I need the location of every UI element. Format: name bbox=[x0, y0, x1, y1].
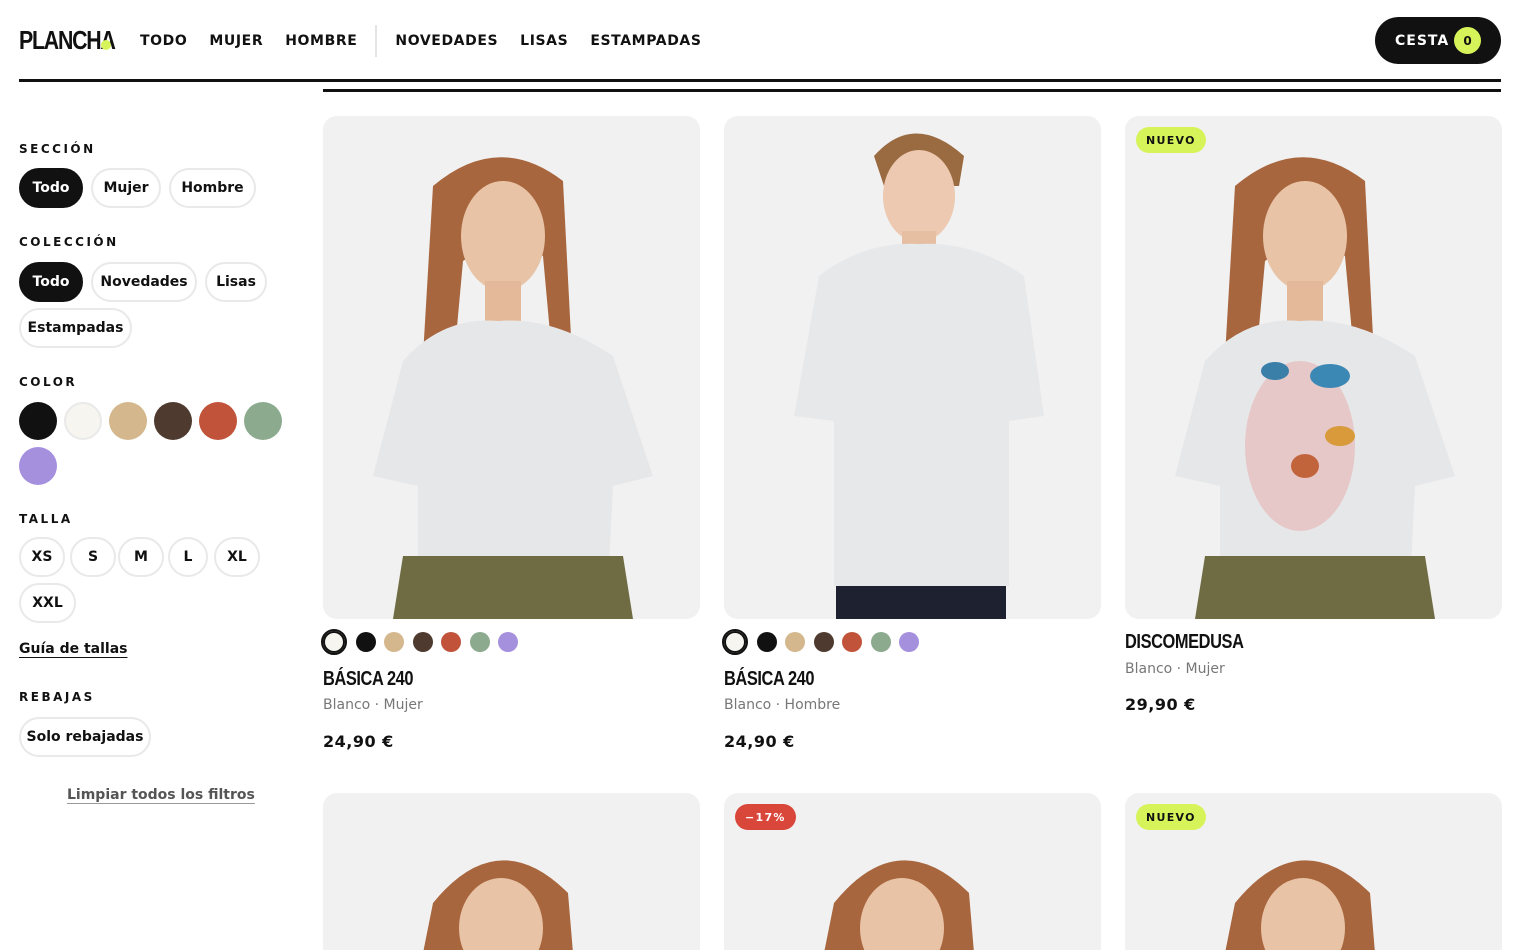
product-color-swatch[interactable] bbox=[870, 632, 891, 652]
filter-section-mujer[interactable]: Mujer bbox=[91, 168, 161, 208]
size-xl[interactable]: XL bbox=[214, 537, 260, 577]
product-image[interactable] bbox=[724, 116, 1101, 619]
product-name[interactable]: BÁSICA 240 bbox=[323, 668, 413, 691]
cart-count-badge: 0 bbox=[1454, 27, 1481, 54]
product-color-swatch[interactable] bbox=[355, 632, 376, 652]
product-color-swatch[interactable] bbox=[498, 632, 518, 652]
nav-item-novedades[interactable]: NOVEDADES bbox=[395, 31, 498, 51]
product-image[interactable] bbox=[323, 793, 700, 950]
product-color-swatch[interactable] bbox=[785, 632, 805, 652]
cart-label: CESTA bbox=[1395, 32, 1450, 49]
sage-swatch[interactable] bbox=[244, 402, 282, 440]
product-color-swatches bbox=[722, 629, 928, 655]
product-image[interactable] bbox=[323, 116, 700, 619]
size-s[interactable]: S bbox=[70, 537, 116, 577]
product-image[interactable]: −17% bbox=[724, 793, 1101, 950]
discount-badge: −17% bbox=[735, 804, 796, 830]
brand-logo-dot bbox=[101, 40, 111, 50]
lavender-swatch[interactable] bbox=[19, 447, 57, 485]
filter-section-title: SECCIÓN bbox=[19, 142, 96, 156]
size-m[interactable]: M bbox=[118, 537, 164, 577]
white-swatch[interactable] bbox=[64, 402, 102, 440]
size-guide-link[interactable]: Guía de tallas bbox=[19, 641, 128, 657]
product-name[interactable]: BÁSICA 240 bbox=[724, 668, 814, 691]
filter-collection-novedades[interactable]: Novedades bbox=[91, 262, 197, 302]
product-color-swatch[interactable] bbox=[722, 629, 748, 655]
nav-item-estampadas[interactable]: ESTAMPADAS bbox=[590, 31, 701, 51]
cart-button[interactable]: CESTA 0 bbox=[1375, 17, 1501, 64]
filter-collection-lisas[interactable]: Lisas bbox=[205, 262, 267, 302]
woman-tshirt-illustration bbox=[323, 116, 700, 619]
filter-size-title: TALLA bbox=[19, 512, 73, 526]
product-price: 24,90 € bbox=[323, 732, 394, 751]
product-image[interactable]: NUEVO bbox=[1125, 793, 1502, 950]
beige-swatch[interactable] bbox=[109, 402, 147, 440]
product-color-swatch[interactable] bbox=[756, 632, 777, 652]
size-xxl[interactable]: XXL bbox=[19, 583, 76, 623]
nav-divider bbox=[375, 25, 378, 57]
clear-filters-link[interactable]: Limpiar todos los filtros bbox=[67, 787, 255, 803]
filter-section-todo[interactable]: Todo bbox=[19, 168, 83, 208]
product-color-swatch[interactable] bbox=[412, 632, 433, 652]
filter-collection-estampadas[interactable]: Estampadas bbox=[19, 308, 132, 348]
filter-collection-title: COLECCIÓN bbox=[19, 235, 119, 249]
product-name[interactable]: DISCOMEDUSA bbox=[1125, 631, 1244, 654]
brand-logo[interactable]: PLANCHA bbox=[19, 24, 116, 56]
nav-item-todo[interactable]: TODO bbox=[140, 31, 188, 57]
product-color-swatch[interactable] bbox=[469, 632, 490, 652]
new-badge: NUEVO bbox=[1136, 127, 1206, 153]
nav-item-hombre[interactable]: HOMBRE bbox=[285, 31, 357, 51]
size-l[interactable]: L bbox=[168, 537, 208, 577]
product-color-swatch[interactable] bbox=[384, 632, 404, 652]
product-price: 24,90 € bbox=[724, 732, 795, 751]
product-color-swatch[interactable] bbox=[842, 632, 862, 652]
site-header: PLANCHA TODO MUJER HOMBRE NOVEDADES LISA… bbox=[0, 0, 1520, 82]
brown-swatch[interactable] bbox=[154, 402, 192, 440]
product-color-swatch[interactable] bbox=[441, 632, 461, 652]
woman-jellyfish-tshirt-illustration bbox=[1125, 116, 1502, 619]
filter-sale-only[interactable]: Solo rebajadas bbox=[19, 717, 151, 757]
content-divider bbox=[323, 89, 1501, 92]
woman-tshirt-illustration bbox=[323, 793, 700, 950]
size-xs[interactable]: XS bbox=[19, 537, 65, 577]
product-image[interactable]: NUEVO bbox=[1125, 116, 1502, 619]
product-color-swatches bbox=[321, 629, 527, 655]
product-meta: Blanco · Mujer bbox=[323, 697, 423, 713]
nav-item-mujer[interactable]: MUJER bbox=[209, 31, 263, 51]
product-meta: Blanco · Mujer bbox=[1125, 661, 1225, 677]
product-price: 29,90 € bbox=[1125, 695, 1196, 714]
filter-color-title: COLOR bbox=[19, 375, 78, 389]
main-nav: TODO MUJER HOMBRE NOVEDADES LISAS ESTAMP… bbox=[140, 25, 724, 57]
header-divider bbox=[19, 79, 1501, 82]
black-swatch[interactable] bbox=[19, 402, 57, 440]
new-badge: NUEVO bbox=[1136, 804, 1206, 830]
filter-section-hombre[interactable]: Hombre bbox=[169, 168, 256, 208]
product-meta: Blanco · Hombre bbox=[724, 697, 841, 713]
man-tshirt-illustration bbox=[724, 116, 1101, 619]
product-color-swatch[interactable] bbox=[813, 632, 834, 652]
product-color-swatch[interactable] bbox=[321, 629, 347, 655]
filter-collection-todo[interactable]: Todo bbox=[19, 262, 83, 302]
nav-item-lisas[interactable]: LISAS bbox=[520, 31, 568, 51]
filter-sale-title: REBAJAS bbox=[19, 690, 95, 704]
rust-swatch[interactable] bbox=[199, 402, 237, 440]
product-color-swatch[interactable] bbox=[899, 632, 919, 652]
